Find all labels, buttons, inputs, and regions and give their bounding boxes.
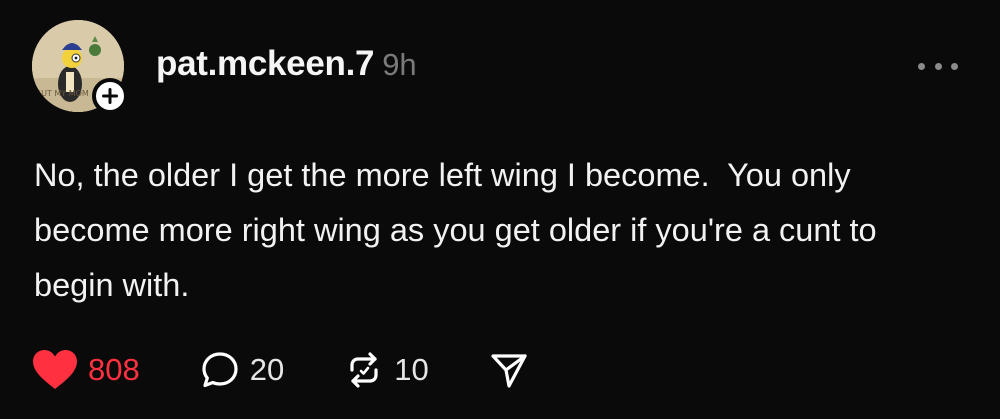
username-link[interactable]: pat.mckeen.7: [156, 44, 374, 84]
comment-button[interactable]: 20: [200, 346, 284, 394]
post-timestamp: 9h: [382, 47, 417, 82]
action-bar: 808 20 10: [32, 346, 529, 394]
share-button[interactable]: [489, 346, 529, 394]
repost-count: 10: [394, 352, 429, 387]
avatar-caption-text: SUT MY MOM: [36, 89, 89, 98]
more-options-button[interactable]: [912, 52, 964, 80]
like-count: 808: [88, 352, 140, 387]
thread-post: SUT MY MOM pat.mckeen.7 9h No, the older…: [0, 0, 1000, 419]
comment-count: 20: [249, 352, 285, 387]
post-header: pat.mckeen.7 9h: [156, 44, 417, 90]
post-text: No, the older I get the more left wing I…: [34, 157, 886, 303]
speech-bubble-icon: [202, 352, 238, 388]
paper-plane-icon: [491, 354, 527, 388]
avatar-container[interactable]: SUT MY MOM: [32, 20, 128, 116]
heart-filled-icon: [33, 350, 77, 389]
ellipsis-icon: [951, 62, 958, 70]
repost-button[interactable]: 10: [344, 346, 429, 394]
plus-icon: [102, 88, 118, 104]
follow-button[interactable]: [92, 78, 128, 114]
ellipsis-icon: [934, 62, 942, 70]
like-button[interactable]: 808: [32, 346, 140, 394]
repost-arrows-icon: [350, 352, 378, 388]
ellipsis-icon: [918, 62, 925, 70]
